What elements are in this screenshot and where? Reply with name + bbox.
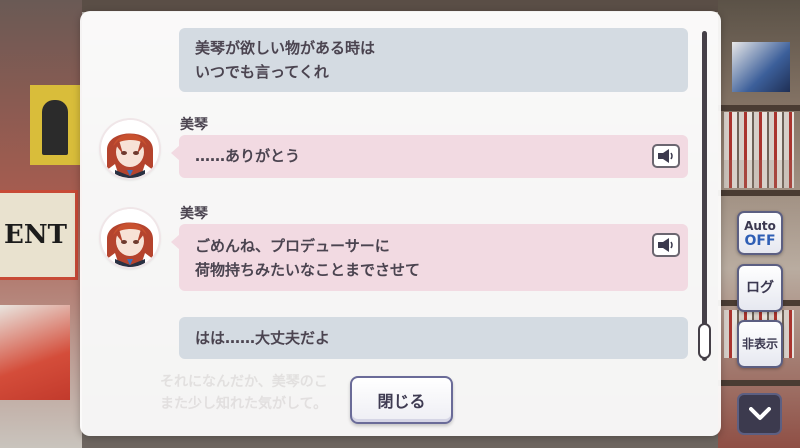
auto-toggle-button[interactable]: Auto OFF [737,211,783,255]
voice-replay-button[interactable] [652,144,680,168]
character-avatar [101,120,159,178]
message-log-list[interactable]: 美琴が欲しい物がある時は いつでも言ってくれ 美琴 ……ありがとう 美琴 ごめん… [80,11,697,436]
producer-message-bubble: 美琴が欲しい物がある時は いつでも言ってくれ [179,28,688,92]
producer-message-bubble: はは……大丈夫だよ [179,317,688,359]
hide-ui-button[interactable]: 非表示 [737,320,783,368]
speaker-name: 美琴 [180,117,208,133]
scrollbar-thumb[interactable] [698,323,711,359]
character-message-bubble: ……ありがとう [171,135,688,178]
auto-label: Auto [744,219,776,233]
auto-status: OFF [744,233,776,249]
voice-replay-button[interactable] [652,233,680,257]
message-text: 美琴が欲しい物がある時は いつでも言ってくれ [195,39,376,81]
character-message-bubble: ごめんね、プロデューサーに 荷物持ちみたいなことまでさせて [171,224,688,291]
ent-sign: ENT [0,190,78,280]
close-button[interactable]: 閉じる [350,376,453,424]
message-log-panel: それになんだか、美琴のこ また少し知れた気がして。 美琴が欲しい物がある時は い… [80,11,721,436]
scrollbar-track[interactable] [702,31,707,361]
message-text: はは……大丈夫だよ [195,329,331,347]
speaker-name: 美琴 [180,206,208,222]
speaker-icon [658,238,673,252]
character-avatar [101,209,159,267]
log-button[interactable]: ログ [737,264,783,312]
chevron-down-icon [748,407,771,420]
scroll-down-button[interactable] [737,393,782,435]
right-poster [732,42,790,92]
yellow-poster [30,85,80,165]
red-poster [0,305,70,400]
message-text: ごめんね、プロデューサーに 荷物持ちみたいなことまでさせて [195,237,421,279]
message-text: ……ありがとう [195,147,301,165]
speaker-icon [658,149,673,163]
